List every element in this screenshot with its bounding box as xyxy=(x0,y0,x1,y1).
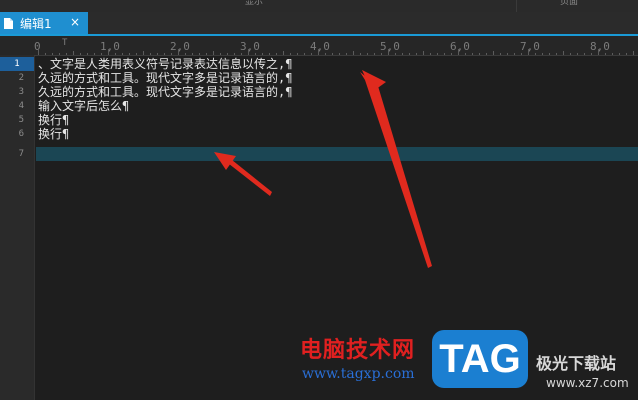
watermark-url: www.tagxp.com xyxy=(302,366,415,382)
watermark: 电脑技术网 www.tagxp.com TAG 极光下载站 www.xz7.co… xyxy=(296,328,638,400)
arrow-pointing-to-line-1 xyxy=(360,72,432,268)
watermark-cn-text: 电脑技术网 xyxy=(300,338,416,363)
watermark-site-url: www.xz7.com xyxy=(546,376,629,390)
watermark-site-name: 极光下载站 xyxy=(536,354,617,373)
watermark-tag-logo: TAG xyxy=(432,330,528,388)
